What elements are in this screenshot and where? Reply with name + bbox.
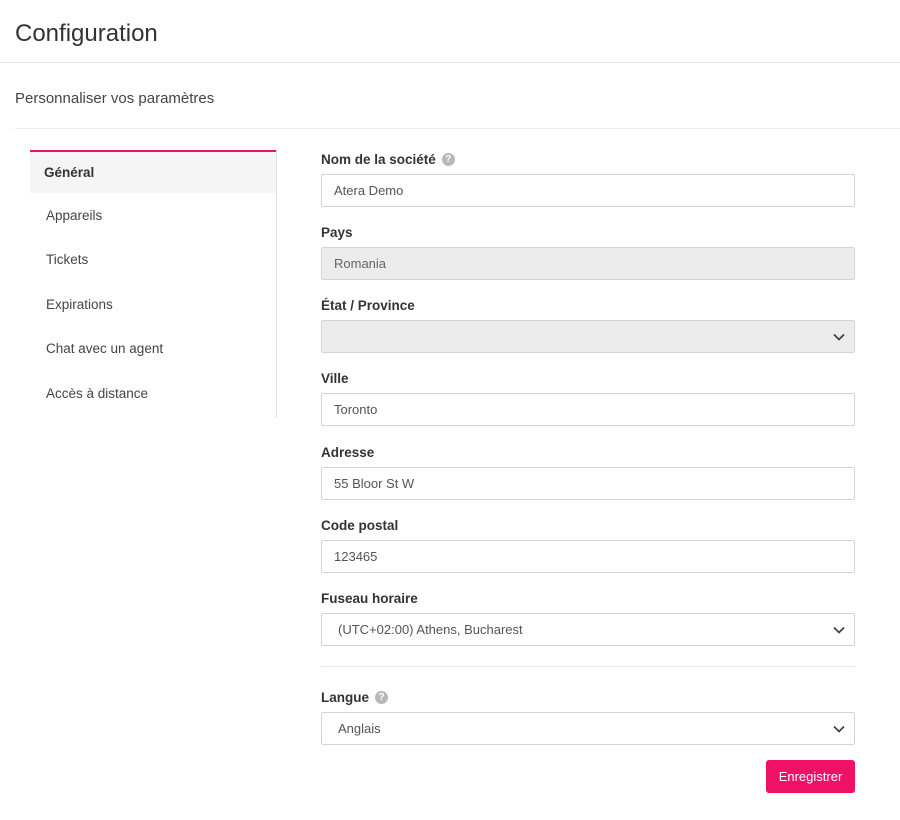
address-label: Adresse [321, 444, 375, 460]
address-input[interactable]: 55 Bloor St W [321, 467, 855, 500]
help-icon[interactable]: ? [375, 690, 389, 704]
section-subtitle: Personnaliser vos paramètres [15, 90, 215, 107]
chevron-down-icon [832, 330, 846, 344]
postal-code-field: Code postal 123465 [321, 516, 855, 573]
sidebar-item-agent-chat[interactable]: Chat avec un agent [30, 327, 276, 372]
help-icon[interactable]: ? [441, 152, 455, 166]
timezone-field: Fuseau horaire (UTC+02:00) Athens, Bucha… [321, 589, 855, 646]
company-name-field: Nom de la société ? Atera Demo [321, 150, 855, 207]
country-field: Pays Romania [321, 223, 855, 280]
language-select[interactable]: Anglais [321, 712, 855, 745]
company-name-input[interactable]: Atera Demo [321, 174, 855, 207]
postal-code-label: Code postal [321, 517, 399, 533]
sidebar-item-devices[interactable]: Appareils [30, 193, 276, 238]
country-label: Pays [321, 224, 353, 240]
sidebar-item-general[interactable]: Général [30, 150, 276, 193]
city-label: Ville [321, 370, 349, 386]
city-field: Ville Toronto [321, 369, 855, 426]
chevron-down-icon [832, 623, 846, 637]
save-button[interactable]: Enregistrer [766, 760, 855, 793]
timezone-label: Fuseau horaire [321, 590, 418, 606]
timezone-select[interactable]: (UTC+02:00) Athens, Bucharest [321, 613, 855, 646]
chevron-down-icon [832, 722, 846, 736]
language-label: Langue [321, 689, 370, 705]
page-title: Configuration [15, 20, 158, 47]
form-divider [321, 666, 855, 667]
address-field: Adresse 55 Bloor St W [321, 443, 855, 500]
state-select[interactable] [321, 320, 855, 353]
language-field: Langue ? Anglais [321, 688, 855, 745]
city-input[interactable]: Toronto [321, 393, 855, 426]
sidebar-item-remote-access[interactable]: Accès à distance [30, 371, 276, 416]
language-select-value: Anglais [338, 721, 381, 736]
state-label: État / Province [321, 297, 415, 313]
sidebar-item-tickets[interactable]: Tickets [30, 238, 276, 283]
settings-sidebar: Général Appareils Tickets Expirations Ch… [30, 150, 277, 418]
company-name-label: Nom de la société [321, 151, 436, 167]
timezone-select-value: (UTC+02:00) Athens, Bucharest [338, 622, 523, 637]
state-field: État / Province [321, 296, 855, 353]
postal-code-input[interactable]: 123465 [321, 540, 855, 573]
sidebar-item-expirations[interactable]: Expirations [30, 282, 276, 327]
section-divider [15, 128, 900, 129]
header-divider [0, 62, 900, 63]
country-input: Romania [321, 247, 855, 280]
